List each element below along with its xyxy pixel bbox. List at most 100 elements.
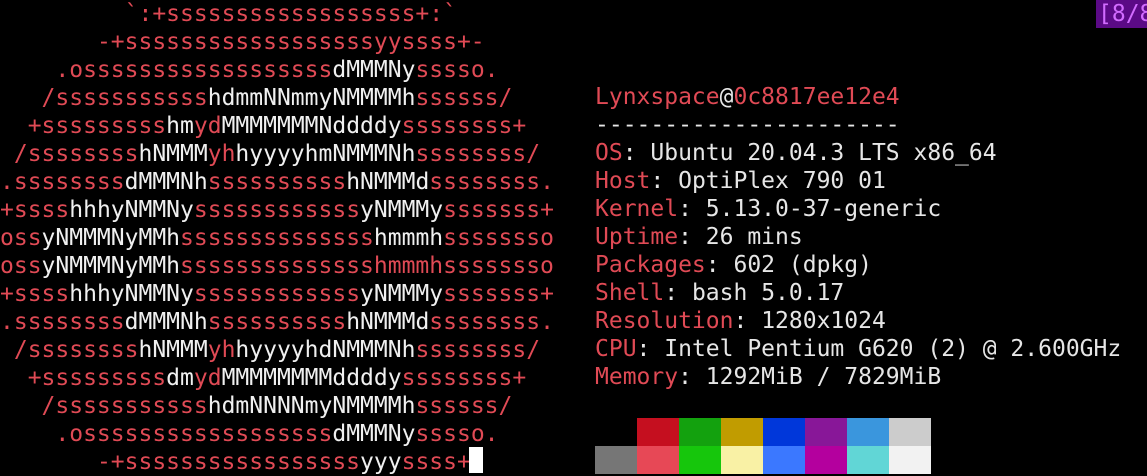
- color-swatch: [889, 418, 931, 446]
- color-swatch: [679, 418, 721, 446]
- logo-segment: -+ssssssssssssssssssyyssss+-: [96, 29, 485, 55]
- color-swatch: [763, 446, 805, 474]
- logo-segment: +ssss: [0, 281, 70, 307]
- logo-segment: ssssssssssss: [193, 281, 361, 307]
- info-value: 1292MiB / 7829MiB: [705, 364, 942, 390]
- info-colon: :: [678, 196, 706, 222]
- info-field-os: OS: Ubuntu 20.04.3 LTS x86_64: [595, 139, 1121, 167]
- color-swatch: [721, 418, 763, 446]
- info-colon: :: [705, 252, 734, 278]
- color-swatch: [805, 418, 847, 446]
- info-field-shell: Shell: bash 5.0.17: [595, 279, 1121, 307]
- logo-line: +sssshhhyNMMNyssssssssssssyNMMMysssssss+: [0, 280, 554, 308]
- logo-segment: hdmNNNNmyNMMMMh: [207, 393, 416, 419]
- logo-line: .ssssssssdMMMNhsssssssssshNMMMdssssssss.: [0, 308, 554, 336]
- info-colon: :: [733, 308, 762, 334]
- user-host-line: Lynxspace@0c8817ee12e4: [595, 83, 1121, 111]
- logo-segment: oss: [0, 225, 42, 251]
- logo-segment: hmmmh: [373, 225, 444, 251]
- logo-segment: dMMMNy: [332, 421, 416, 447]
- color-swatch: [847, 418, 889, 446]
- logo-line: ossyNMMMNyMMhsssssssssssssshmmmhssssssso: [0, 252, 554, 280]
- logo-segment: .ssssssss: [0, 309, 125, 335]
- logo-segment: ssssssssss: [207, 169, 347, 195]
- info-value: 26 mins: [705, 224, 803, 250]
- info-value: 5.13.0-37-generic: [705, 196, 942, 222]
- info-key: Kernel: [595, 196, 679, 222]
- logo-segment: .ossssssssssssssssss: [55, 421, 333, 447]
- logo-segment: hm: [166, 113, 194, 139]
- logo-line: /sssssssshNMMMyhhyyyyhdNMMMNhssssssss/: [14, 336, 540, 364]
- info-field-uptime: Uptime: 26 mins: [595, 223, 1121, 251]
- logo-segment: sssssss+: [443, 281, 554, 307]
- logo-segment: hdmmNNmmyNMMMMh: [207, 85, 416, 111]
- at-sign: @: [719, 84, 734, 110]
- logo-segment: yNMMMNyMMh: [41, 225, 181, 251]
- color-swatch: [763, 418, 805, 446]
- logo-segment: ssssssss/: [415, 141, 541, 167]
- logo-segment: `:+ssssssssssssssssss+:`: [124, 1, 457, 27]
- system-info: Lynxspace@0c8817ee12e4 -----------------…: [595, 83, 1121, 391]
- logo-segment: sssso.: [415, 57, 499, 83]
- logo-segment: ssssss/: [415, 85, 513, 111]
- color-palette-row-1: [595, 418, 931, 446]
- logo-segment: yNMMMy: [360, 197, 444, 223]
- info-colon: :: [678, 224, 706, 250]
- logo-segment: hyyyyhdNMMMNh: [235, 337, 416, 363]
- pager-indicator: [8/8: [1096, 0, 1147, 28]
- info-separator: ----------------------: [595, 112, 900, 138]
- info-value: 602 (dpkg): [733, 252, 872, 278]
- info-value: Intel Pentium G620 (2) @ 2.600GHz: [664, 336, 1122, 362]
- color-swatch: [889, 446, 931, 474]
- info-value: bash 5.0.17: [691, 280, 845, 306]
- logo-segment: ssssssss.: [429, 309, 554, 335]
- username: Lynxspace: [595, 84, 720, 110]
- logo-segment: +sssssssss: [27, 365, 167, 391]
- logo-segment: ssssssso: [443, 225, 554, 251]
- logo-segment: dMMMNh: [124, 309, 208, 335]
- color-swatch: [595, 418, 637, 446]
- logo-segment: dm: [166, 365, 194, 391]
- info-key: Host: [595, 168, 651, 194]
- info-value: 1280x1024: [761, 308, 886, 334]
- logo-line: .ssssssssdMMMNhsssssssssshNMMMdssssssss.: [0, 168, 554, 196]
- logo-segment: +ssss: [0, 197, 70, 223]
- info-field-memory: Memory: 1292MiB / 7829MiB: [595, 363, 1121, 391]
- color-swatch: [847, 446, 889, 474]
- logo-segment: yh: [207, 337, 236, 363]
- info-field-cpu: CPU: Intel Pentium G620 (2) @ 2.600GHz: [595, 335, 1121, 363]
- logo-segment: /sssssssssss: [41, 85, 208, 111]
- info-colon: :: [664, 280, 692, 306]
- logo-line: `:+ssssssssssssssssss+:`: [125, 0, 457, 28]
- logo-segment: ssssss/: [415, 393, 513, 419]
- color-palette-row-2: [595, 446, 931, 474]
- color-swatch: [637, 446, 679, 474]
- logo-segment: -+sssssssssssssssss: [96, 449, 361, 475]
- logo-segment: sssssssssssssshmmmhssssssso: [180, 253, 554, 279]
- logo-segment: /ssssssss: [13, 141, 139, 167]
- logo-line: ossyNMMMNyMMhsssssssssssssshmmmhssssssso: [0, 224, 554, 252]
- logo-segment: ssssssssssssss: [180, 225, 374, 251]
- logo-segment: hyyyyhmNMMMNh: [235, 141, 416, 167]
- logo-segment: dMMMNh: [124, 169, 208, 195]
- logo-segment: hNMMM: [138, 337, 208, 363]
- logo-segment: oss: [0, 253, 42, 279]
- info-key: OS: [595, 140, 623, 166]
- hostname: 0c8817ee12e4: [733, 84, 900, 110]
- logo-segment: yNMMMy: [360, 281, 444, 307]
- info-colon: :: [622, 140, 651, 166]
- logo-segment: yyy: [360, 449, 402, 475]
- logo-segment: dMMMNy: [332, 57, 416, 83]
- logo-line: .ossssssssssssssssssdMMMNysssso.: [55, 420, 498, 448]
- logo-line: .ossssssssssssssssssdMMMNysssso.: [55, 56, 498, 84]
- color-swatch: [721, 446, 763, 474]
- logo-segment: hNMMM: [138, 141, 208, 167]
- info-colon: :: [636, 336, 665, 362]
- info-colon: :: [650, 168, 679, 194]
- info-key: Resolution: [595, 308, 734, 334]
- info-field-resolution: Resolution: 1280x1024: [595, 307, 1121, 335]
- logo-segment: hhhyNMMNy: [69, 197, 194, 223]
- info-field-packages: Packages: 602 (dpkg): [595, 251, 1121, 279]
- info-key: Uptime: [595, 224, 679, 250]
- logo-segment: MMMMMMMMddddy: [221, 365, 402, 391]
